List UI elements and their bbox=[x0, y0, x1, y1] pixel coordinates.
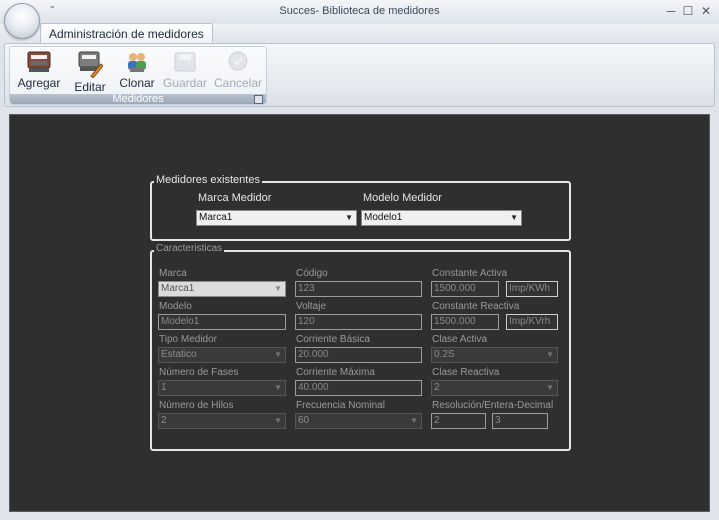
frecuencia-nominal-label: Frecuencia Nominal bbox=[296, 400, 385, 411]
clonar-button[interactable]: Clonar bbox=[115, 49, 159, 93]
numero-fases-select[interactable]: 1 ▼ bbox=[158, 380, 286, 396]
constante-reactiva-label: Constante Reactiva bbox=[432, 301, 520, 312]
maximize-button[interactable]: ☐ bbox=[680, 3, 696, 19]
agregar-label: Agregar bbox=[17, 76, 61, 90]
add-meter-icon bbox=[27, 51, 51, 72]
chevron-down-icon: ▼ bbox=[274, 284, 282, 293]
clase-reactiva-value: 2 bbox=[434, 382, 440, 393]
clase-reactiva-select[interactable]: 2 ▼ bbox=[431, 380, 558, 396]
tipo-medidor-value: Estatico bbox=[161, 349, 197, 360]
resolucion-label: Resolución/Entera-Decimal bbox=[432, 400, 554, 411]
edit-meter-icon bbox=[78, 51, 103, 78]
corriente-maxima-field[interactable]: 40.000 bbox=[295, 380, 422, 396]
modelo-medidor-label: Modelo Medidor bbox=[363, 192, 442, 204]
constante-activa-field[interactable]: 1500.000 bbox=[431, 281, 499, 297]
modelo-medidor-select[interactable]: Modelo1 ▼ bbox=[361, 210, 522, 226]
chevron-down-icon: ▼ bbox=[274, 383, 282, 392]
window-title: Succes- Biblioteca de medidores bbox=[279, 5, 440, 17]
clonar-label: Clonar bbox=[119, 76, 155, 90]
editar-label: Editar bbox=[74, 80, 106, 94]
marca-select[interactable]: Marca1 ▼ bbox=[158, 281, 286, 297]
voltaje-label: Voltaje bbox=[296, 301, 327, 312]
cancel-icon bbox=[228, 51, 248, 71]
chevron-down-icon: ▼ bbox=[546, 383, 554, 392]
tipo-medidor-label: Tipo Medidor bbox=[159, 334, 217, 345]
numero-hilos-value: 2 bbox=[161, 415, 167, 426]
caracteristicas-legend: Caracteristicas bbox=[154, 243, 225, 254]
frecuencia-nominal-value: 60 bbox=[298, 415, 310, 426]
clase-reactiva-label: Clase Reactiva bbox=[432, 367, 500, 378]
marca-label: Marca bbox=[159, 268, 187, 279]
agregar-button[interactable]: Agregar bbox=[13, 49, 65, 93]
marca-medidor-value: Marca1 bbox=[199, 212, 233, 223]
dialog-launcher-icon[interactable] bbox=[254, 95, 263, 104]
marca-medidor-select[interactable]: Marca1 ▼ bbox=[196, 210, 357, 226]
corriente-basica-field[interactable]: 20.000 bbox=[295, 347, 422, 363]
resolucion-decimal-field[interactable]: 3 bbox=[492, 413, 548, 429]
minimize-button[interactable]: ─ bbox=[663, 3, 679, 19]
voltaje-field[interactable]: 120 bbox=[295, 314, 422, 330]
tipo-medidor-select[interactable]: Estatico ▼ bbox=[158, 347, 286, 363]
modelo-medidor-value: Modelo1 bbox=[364, 212, 403, 223]
chevron-down-icon: ▼ bbox=[274, 416, 282, 425]
numero-hilos-label: Número de Hilos bbox=[159, 400, 234, 411]
constante-reactiva-field[interactable]: 1500.000 bbox=[431, 314, 499, 330]
cancelar-button[interactable]: Cancelar bbox=[211, 49, 265, 93]
numero-hilos-select[interactable]: 2 ▼ bbox=[158, 413, 286, 429]
ribbon-group-label: Medidores bbox=[10, 94, 266, 105]
marca-medidor-label: Marca Medidor bbox=[198, 192, 272, 204]
content-panel: Medidores existentes Marca Medidor Model… bbox=[9, 114, 710, 512]
editar-button[interactable]: Editar bbox=[67, 49, 113, 94]
clone-users-icon bbox=[128, 53, 146, 72]
constante-activa-unit: Imp/KWh bbox=[506, 281, 558, 297]
chevron-down-icon: ▼ bbox=[274, 350, 282, 359]
resolucion-entera-field[interactable]: 2 bbox=[431, 413, 486, 429]
marca-value: Marca1 bbox=[161, 283, 195, 294]
modelo-label: Modelo bbox=[159, 301, 192, 312]
chevron-down-icon: ▼ bbox=[410, 416, 418, 425]
chevron-down-icon: ▼ bbox=[345, 213, 353, 222]
clase-activa-value: 0.2S bbox=[434, 349, 455, 360]
application-menu-button[interactable] bbox=[4, 3, 40, 39]
frecuencia-nominal-select[interactable]: 60 ▼ bbox=[295, 413, 422, 429]
cancelar-label: Cancelar bbox=[213, 76, 263, 90]
ribbon-group-medidores: Agregar Editar Clonar Guardar Cancelar M… bbox=[9, 46, 267, 105]
numero-fases-label: Número de Fases bbox=[159, 367, 239, 378]
numero-fases-value: 1 bbox=[161, 382, 167, 393]
codigo-label: Código bbox=[296, 268, 328, 279]
guardar-label: Guardar bbox=[162, 76, 208, 90]
codigo-field[interactable]: 123 bbox=[295, 281, 422, 297]
guardar-button[interactable]: Guardar bbox=[161, 49, 209, 93]
constante-reactiva-unit: Imp/KVrh bbox=[506, 314, 558, 330]
clase-activa-label: Clase Activa bbox=[432, 334, 488, 345]
modelo-field[interactable]: Modelo1 bbox=[158, 314, 286, 330]
medidores-existentes-legend: Medidores existentes bbox=[154, 174, 262, 186]
constante-activa-label: Constante Activa bbox=[432, 268, 508, 279]
corriente-basica-label: Corriente Básica bbox=[296, 334, 370, 345]
close-button[interactable]: ✕ bbox=[698, 3, 714, 19]
tab-administracion-medidores[interactable]: Administración de medidores bbox=[40, 23, 213, 44]
chevron-down-icon: ▼ bbox=[546, 350, 554, 359]
clase-activa-select[interactable]: 0.2S ▼ bbox=[431, 347, 558, 363]
chevron-down-icon: ▼ bbox=[510, 213, 518, 222]
corriente-maxima-label: Corriente Máxima bbox=[296, 367, 375, 378]
save-icon bbox=[174, 52, 196, 72]
ribbon-panel: Agregar Editar Clonar Guardar Cancelar M… bbox=[4, 43, 715, 107]
